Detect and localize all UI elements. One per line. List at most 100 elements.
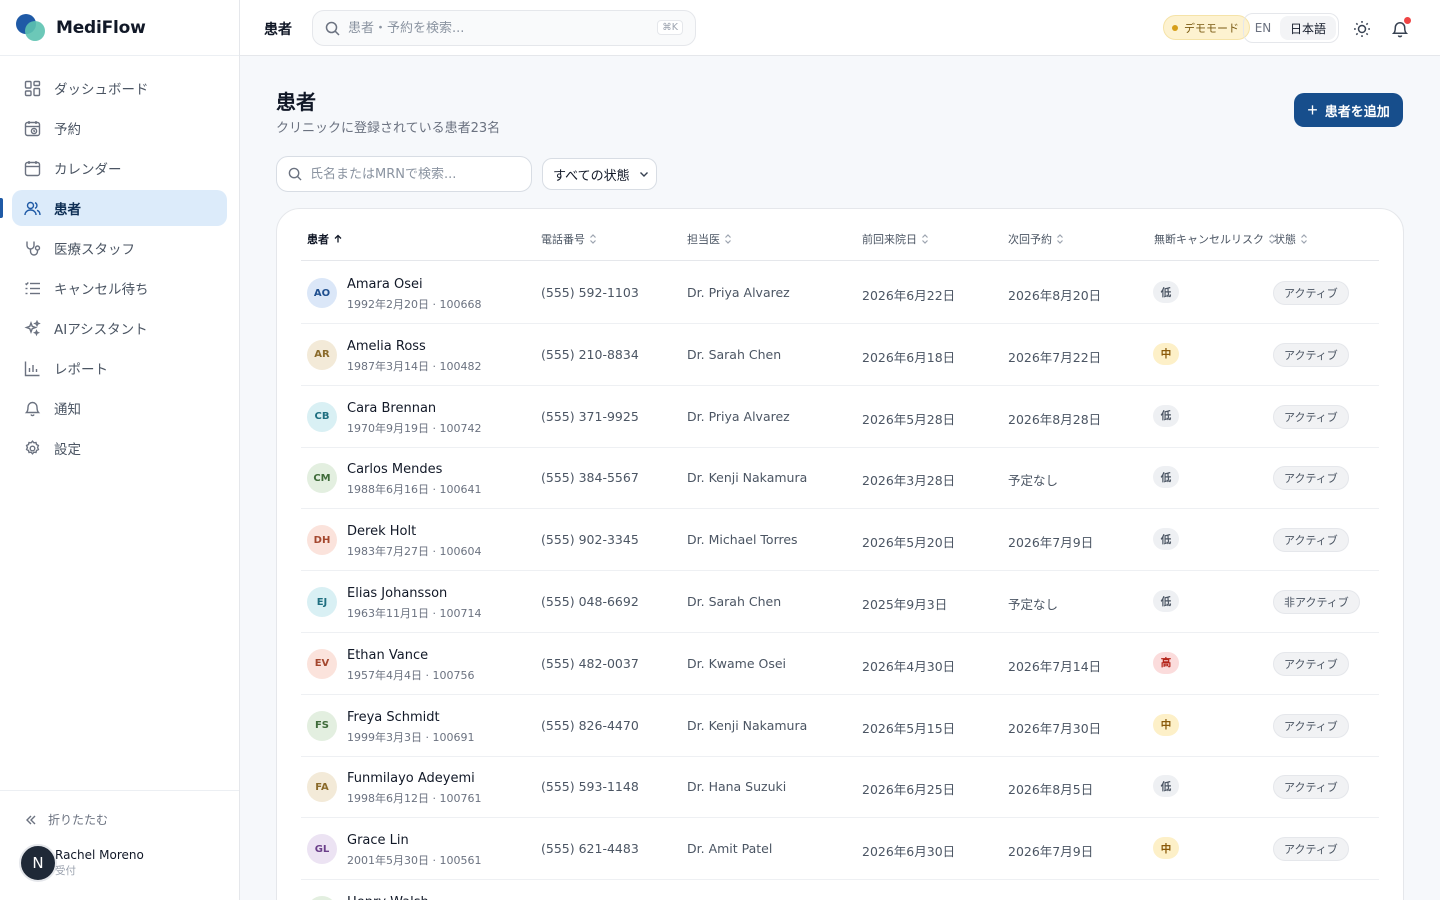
no-show-risk-badge: 高: [1153, 651, 1179, 674]
table-row[interactable]: EV Ethan Vance 1957年4月4日 · 100756 (555) 482…: [301, 633, 1379, 695]
status-badge: アクティブ: [1273, 713, 1349, 738]
status-badge: アクティブ: [1273, 404, 1349, 429]
table-row[interactable]: AO Amara Osei 1992年2月20日 · 100668 (555) 592…: [301, 262, 1379, 324]
patient-name[interactable]: Ethan Vance: [347, 648, 428, 663]
column-header-next-appointment[interactable]: 次回予約: [1008, 231, 1064, 247]
next-appointment-date: 2026年8月20日: [1008, 288, 1102, 303]
chevron-down-icon: [639, 172, 648, 177]
no-show-risk-badge: 低: [1153, 528, 1179, 551]
table-row[interactable]: EJ Elias Johansson 1963年11月1日 · 100714 (555…: [301, 571, 1379, 633]
patient-name[interactable]: Henry Walsh: [347, 895, 429, 900]
patients-table: 患者 電話番号 担当医 前回来院日 次回予約 無断キャンセルリスク 状態 AO A…: [276, 208, 1404, 900]
calendar-clock-icon: [24, 120, 41, 137]
patient-phone: (555) 593-1148: [541, 779, 639, 795]
avatar: GL: [307, 834, 337, 865]
next-appointment-date: 2026年7月9日: [1008, 535, 1094, 551]
sidebar-item-label: AIアシスタント: [54, 322, 148, 338]
no-show-risk-badge: 低: [1153, 466, 1179, 489]
patient-phone: (555) 384-5567: [541, 470, 639, 486]
patient-phone: (555) 592-1103: [541, 285, 639, 300]
patient-search-input[interactable]: [310, 166, 520, 182]
patient-name[interactable]: Grace Lin: [347, 833, 409, 848]
last-visit-date: 2025年9月3日: [862, 597, 948, 612]
patient-phone: (555) 371-9925: [541, 408, 639, 424]
users-icon: [24, 200, 41, 217]
table-row[interactable]: CM Carlos Mendes 1988年6月16日 · 100641 (555) …: [301, 447, 1379, 510]
next-appointment-date: 予定なし: [1008, 597, 1059, 612]
theme-toggle-button[interactable]: [1350, 17, 1374, 41]
patient-doctor: Dr. Priya Alvarez: [687, 408, 790, 424]
last-visit-date: 2026年6月22日: [862, 288, 956, 303]
patient-name[interactable]: Amara Osei: [347, 277, 423, 292]
sidebar-item-label: キャンセル待ち: [54, 282, 149, 298]
page-title: 患者: [276, 90, 316, 114]
patient-doctor: Dr. Sarah Chen: [687, 594, 782, 609]
no-show-risk-badge: 低: [1153, 281, 1179, 303]
last-visit-date: 2026年4月30日: [862, 658, 956, 674]
patient-name[interactable]: Elias Johansson: [347, 586, 447, 601]
collapse-button[interactable]: 折りたたむ: [24, 811, 108, 828]
next-appointment-date: 2026年8月28日: [1008, 411, 1102, 427]
sidebar-item-reports[interactable]: レポート: [12, 350, 227, 386]
sidebar-item-appointments[interactable]: 予約: [12, 110, 227, 146]
status-badge: 非アクティブ: [1273, 590, 1360, 614]
sidebar-item-waitlist[interactable]: キャンセル待ち: [12, 270, 227, 306]
table-row[interactable]: HW Henry Walsh: [301, 880, 1379, 900]
status-filter-value: すべての状態: [553, 168, 630, 184]
topbar-title: 患者: [264, 22, 292, 38]
last-visit-date: 2026年6月18日: [862, 349, 956, 365]
last-visit-date: 2026年3月28日: [862, 473, 956, 489]
patient-name[interactable]: Amelia Ross: [347, 339, 426, 354]
table-row[interactable]: FA Funmilayo Adeyemi 1998年6月12日 · 100761 (5…: [301, 756, 1379, 819]
brand-name: MediFlow: [56, 17, 146, 38]
sidebar-item-settings[interactable]: 設定: [12, 430, 227, 466]
notifications-button[interactable]: [1388, 17, 1412, 41]
patient-name[interactable]: Derek Holt: [347, 524, 416, 539]
mediflow-logo-icon: [16, 13, 46, 42]
sidebar-item-label: 予約: [54, 122, 81, 138]
avatar: EJ: [307, 587, 337, 617]
sidebar-item-calendar[interactable]: カレンダー: [12, 150, 227, 186]
lang-ja-button[interactable]: 日本語: [1280, 16, 1336, 40]
global-search-input[interactable]: [348, 20, 638, 36]
brand[interactable]: MediFlow: [0, 0, 239, 56]
add-patient-button[interactable]: + 患者を追加: [1294, 93, 1403, 127]
patient-search[interactable]: [276, 156, 532, 192]
patient-name[interactable]: Freya Schmidt: [347, 710, 440, 725]
sidebar-item-staff[interactable]: 医療スタッフ: [12, 230, 227, 266]
column-header-no-show-risk[interactable]: 無断キャンセルリスク: [1154, 231, 1276, 247]
status-badge: アクティブ: [1273, 837, 1349, 862]
column-header-phone[interactable]: 電話番号: [541, 231, 597, 247]
sidebar-item-dashboard[interactable]: ダッシュボード: [12, 70, 227, 106]
patient-name[interactable]: Funmilayo Adeyemi: [347, 771, 475, 786]
list-icon: [24, 280, 41, 297]
table-row[interactable]: GL Grace Lin 2001年5月30日 · 100561 (555) 621-…: [301, 818, 1379, 881]
patient-dob-mrn: 1992年2月20日 · 100668: [347, 298, 482, 311]
column-header-patient[interactable]: 患者: [307, 231, 343, 247]
column-header-doctor[interactable]: 担当医: [687, 231, 732, 247]
sort-icon: [922, 234, 928, 244]
avatar: FA: [307, 772, 337, 803]
sidebar-item-ai-assistant[interactable]: AIアシスタント: [12, 310, 227, 346]
table-row[interactable]: DH Derek Holt 1983年7月27日 · 100604 (555) 902…: [301, 509, 1379, 572]
status-filter-select[interactable]: すべての状態: [542, 158, 657, 190]
column-header-last-visit[interactable]: 前回来院日: [862, 231, 929, 247]
sidebar-item-notifications[interactable]: 通知: [12, 390, 227, 426]
table-row[interactable]: CB Cara Brennan 1970年9月19日 · 100742 (555) 3…: [301, 386, 1379, 448]
lang-en-button[interactable]: EN: [1246, 16, 1280, 40]
patient-doctor: Dr. Sarah Chen: [687, 346, 782, 362]
user-profile[interactable]: N Rachel Moreno 受付: [19, 844, 144, 882]
no-show-risk-badge: 低: [1153, 590, 1179, 612]
global-search[interactable]: ⌘K: [312, 10, 696, 46]
demo-mode-badge[interactable]: デモモード: [1163, 15, 1250, 40]
patient-name[interactable]: Cara Brennan: [347, 401, 436, 416]
sidebar-item-patients[interactable]: 患者: [0, 190, 227, 226]
patient-name[interactable]: Carlos Mendes: [347, 462, 442, 477]
patient-doctor: Dr. Kenji Nakamura: [687, 717, 808, 733]
table-row[interactable]: AR Amelia Ross 1987年3月14日 · 100482 (555) 21…: [301, 324, 1379, 386]
status-dot-icon: [1172, 24, 1178, 31]
no-show-risk-badge: 中: [1153, 837, 1179, 860]
avatar: AO: [307, 278, 337, 308]
column-header-status[interactable]: 状態: [1274, 231, 1308, 247]
table-row[interactable]: FS Freya Schmidt 1999年3月3日 · 100691 (555) 8…: [301, 695, 1379, 757]
